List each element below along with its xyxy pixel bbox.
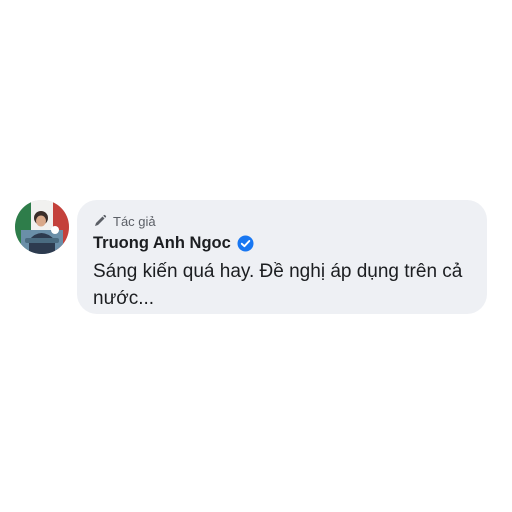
author-badge: Tác giả: [93, 213, 156, 229]
comment-bubble: Tác giả Truong Anh Ngoc Sáng kiến quá ha…: [77, 200, 487, 314]
verified-badge-icon: [237, 235, 254, 252]
avatar-image: [15, 200, 69, 254]
pen-icon: [93, 214, 107, 228]
author-badge-label: Tác giả: [113, 213, 156, 229]
avatar[interactable]: [15, 200, 69, 254]
author-name-row: Truong Anh Ngoc: [93, 232, 254, 254]
comment-item: Tác giả Truong Anh Ngoc Sáng kiến quá ha…: [15, 200, 495, 318]
author-name[interactable]: Truong Anh Ngoc: [93, 234, 231, 253]
comment-text: Sáng kiến quá hay. Đề nghị áp dụng trên …: [93, 261, 463, 309]
